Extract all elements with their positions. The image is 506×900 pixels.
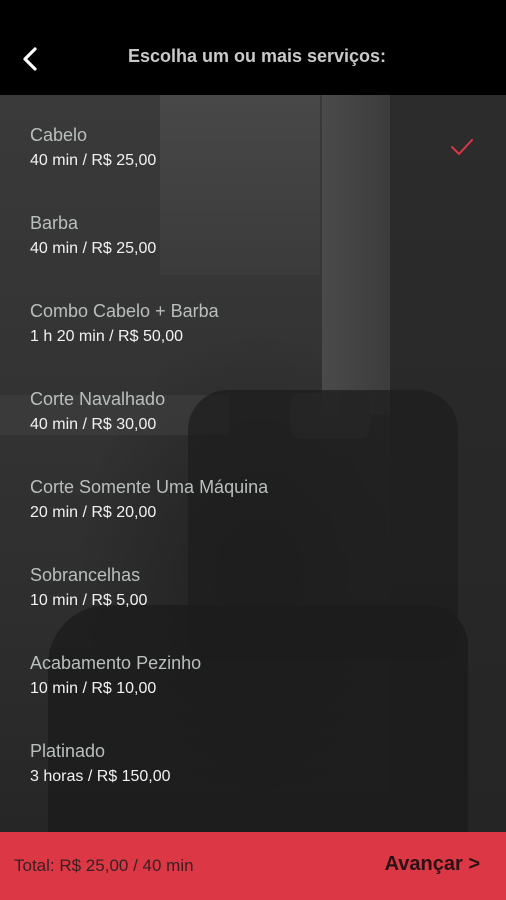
service-detail: 40 min / R$ 30,00 <box>30 416 157 433</box>
service-detail: 10 min / R$ 10,00 <box>30 680 157 697</box>
advance-button[interactable]: Avançar > <box>385 853 480 876</box>
service-item-corte-somente-uma-maquina[interactable]: Corte Somente Uma Máquina 20 min / R$ 20… <box>0 447 506 535</box>
service-name: Acabamento Pezinho <box>30 653 202 673</box>
services-panel: Cabelo 40 min / R$ 25,00 Barba 40 min / … <box>0 95 506 832</box>
service-item-barba[interactable]: Barba 40 min / R$ 25,00 <box>0 183 506 271</box>
service-item-acabamento-pezinho[interactable]: Acabamento Pezinho 10 min / R$ 10,00 <box>0 623 506 711</box>
service-item-corte-navalhado[interactable]: Corte Navalhado 40 min / R$ 30,00 <box>0 359 506 447</box>
service-name: Platinado <box>30 741 106 761</box>
service-name: Cabelo <box>30 125 88 145</box>
checkmark-icon <box>451 139 473 155</box>
page-title: Escolha um ou mais serviços: <box>127 46 387 66</box>
service-item-platinado[interactable]: Platinado 3 horas / R$ 150,00 <box>0 711 506 799</box>
service-detail: 40 min / R$ 25,00 <box>30 152 157 169</box>
service-detail: 10 min / R$ 5,00 <box>30 592 148 609</box>
service-detail: 20 min / R$ 20,00 <box>30 504 157 521</box>
service-item-cabelo[interactable]: Cabelo 40 min / R$ 25,00 <box>0 95 506 183</box>
top-bar: Escolha um ou mais serviços: <box>0 0 506 95</box>
service-name: Sobrancelhas <box>30 565 141 585</box>
service-item-sobrancelhas[interactable]: Sobrancelhas 10 min / R$ 5,00 <box>0 535 506 623</box>
service-detail: 3 horas / R$ 150,00 <box>30 768 171 785</box>
service-detail: 40 min / R$ 25,00 <box>30 240 157 257</box>
service-item-combo-cabelo-barba[interactable]: Combo Cabelo + Barba 1 h 20 min / R$ 50,… <box>0 271 506 359</box>
service-name: Barba <box>30 213 79 233</box>
service-name: Corte Navalhado <box>30 389 166 409</box>
service-name: Combo Cabelo + Barba <box>30 301 219 321</box>
total-summary: Total: R$ 25,00 / 40 min <box>14 856 194 875</box>
service-detail: 1 h 20 min / R$ 50,00 <box>30 328 183 345</box>
bottom-bar: Total: R$ 25,00 / 40 min Avançar > <box>0 832 506 900</box>
service-name: Corte Somente Uma Máquina <box>30 477 269 497</box>
